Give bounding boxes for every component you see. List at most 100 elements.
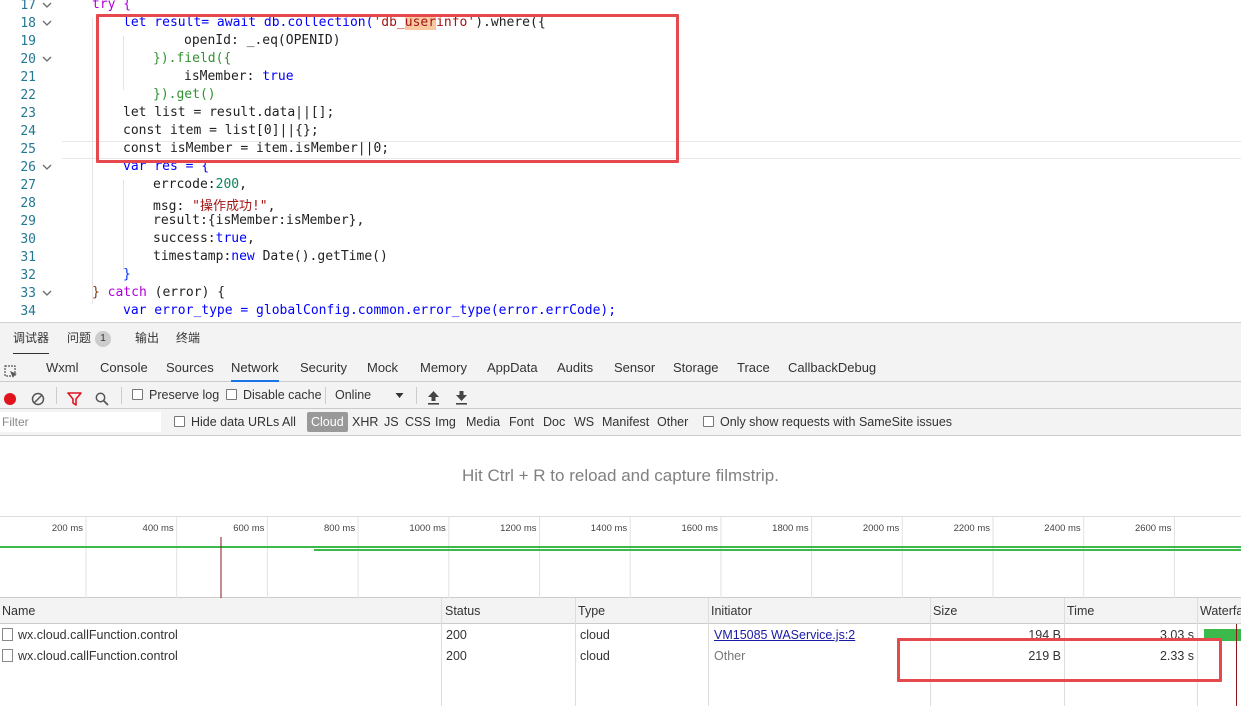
filter-type-manifest[interactable]: Manifest [602, 409, 649, 436]
throttling-select[interactable]: Online [335, 382, 404, 409]
filter-funnel-icon[interactable] [67, 389, 82, 406]
tab-problems[interactable]: 问题 1 [67, 323, 112, 355]
tab-network[interactable]: Network [231, 354, 279, 382]
highlight-box-code [96, 14, 679, 163]
column-header-status[interactable]: Status [443, 598, 576, 624]
samesite-checkbox[interactable]: Only show requests with SameSite issues [703, 409, 952, 436]
timeline-overview[interactable]: 200 ms 400 ms 600 ms 800 ms 1000 ms 1200 ms 14… [0, 516, 1241, 599]
code-line-17: try { [92, 0, 132, 12]
column-header-waterfall[interactable]: Waterfa [1198, 598, 1241, 624]
checkbox-box[interactable] [703, 416, 714, 427]
clear-icon[interactable] [31, 389, 45, 406]
filmstrip-area: Hit Ctrl + R to reload and capture films… [0, 436, 1241, 516]
waterfall-load-marker [1236, 624, 1237, 706]
code-line-27: errcode:200, [153, 177, 247, 192]
filter-type-media[interactable]: Media [466, 409, 500, 436]
tab-wxml[interactable]: Wxml [46, 354, 79, 382]
filter-type-font[interactable]: Font [509, 409, 534, 436]
filter-type-doc[interactable]: Doc [543, 409, 565, 436]
filter-type-css[interactable]: CSS [405, 409, 431, 436]
filter-type-all[interactable]: All [282, 409, 296, 436]
column-header-time[interactable]: Time [1065, 598, 1198, 624]
column-header-initiator[interactable]: Initiator [709, 598, 931, 624]
line-number: 21 [20, 70, 36, 85]
request-table: Name Status Type Initiator Size Time Wat… [0, 598, 1241, 706]
preserve-log-checkbox[interactable]: Preserve log [132, 382, 219, 409]
devtools-panel-tabs: Wxml Console Sources Network Security Mo… [0, 354, 1241, 382]
import-har-icon[interactable] [427, 388, 440, 405]
checkbox-box[interactable] [132, 389, 143, 400]
line-number-row: 17 [0, 0, 1241, 15]
checkbox-box[interactable] [174, 416, 185, 427]
line-number: 24 [20, 124, 36, 139]
line-number: 27 [20, 178, 36, 193]
timeline-tick-label: 2400 ms [1044, 523, 1081, 534]
filter-type-img[interactable]: Img [435, 409, 456, 436]
line-number: 34 [20, 304, 36, 319]
tab-trace[interactable]: Trace [737, 354, 770, 382]
filter-type-js[interactable]: JS [384, 409, 399, 436]
disable-cache-checkbox[interactable]: Disable cache [226, 382, 322, 409]
filter-input[interactable] [0, 412, 161, 432]
code-line-33: } catch (error) { [92, 285, 226, 300]
toolbar-divider [416, 387, 417, 404]
timeline-tick-label: 200 ms [52, 523, 83, 534]
fold-chevron-icon[interactable] [42, 15, 54, 27]
fold-chevron-icon[interactable] [42, 0, 54, 9]
column-header-type[interactable]: Type [576, 598, 709, 624]
tab-console[interactable]: Console [100, 354, 148, 382]
toolbar-divider [56, 387, 57, 404]
tab-memory[interactable]: Memory [420, 354, 467, 382]
request-status: 200 [446, 649, 467, 663]
filter-type-other[interactable]: Other [657, 409, 688, 436]
request-name: wx.cloud.callFunction.control [2, 625, 178, 646]
tab-security[interactable]: Security [300, 354, 347, 382]
line-number: 30 [20, 232, 36, 247]
line-number: 20 [20, 52, 36, 67]
line-number-row: 32 [0, 267, 1241, 285]
fold-chevron-icon[interactable] [42, 285, 54, 297]
tab-storage[interactable]: Storage [673, 354, 719, 382]
request-initiator-link[interactable]: VM15085 WAService.js:2 [714, 625, 855, 646]
search-icon[interactable] [95, 389, 109, 406]
tab-audits[interactable]: Audits [557, 354, 593, 382]
line-number: 26 [20, 160, 36, 175]
timeline-tick-label: 2200 ms [954, 523, 991, 534]
code-line-28: msg: "操作成功!", [153, 199, 276, 214]
code-line-32: } [123, 267, 131, 282]
line-number: 32 [20, 268, 36, 283]
tab-appdata[interactable]: AppData [487, 354, 538, 382]
timeline-tick-label: 2000 ms [863, 523, 900, 534]
fold-chevron-icon[interactable] [42, 51, 54, 63]
line-number: 18 [20, 16, 36, 31]
tab-mock[interactable]: Mock [367, 354, 398, 382]
tab-sensor[interactable]: Sensor [614, 354, 655, 382]
filter-type-xhr[interactable]: XHR [352, 409, 378, 436]
filter-type-cloud[interactable]: Cloud [307, 412, 348, 432]
toolbar-divider [325, 387, 326, 404]
column-header-size[interactable]: Size [931, 598, 1065, 624]
hide-data-urls-checkbox[interactable]: Hide data URLs [174, 409, 279, 436]
checkbox-box[interactable] [226, 389, 237, 400]
code-line-34: var error_type = globalConfig.common.err… [123, 303, 617, 318]
line-number: 29 [20, 214, 36, 229]
export-har-icon[interactable] [455, 388, 468, 405]
tab-callbackdebug[interactable]: CallbackDebug [788, 354, 876, 382]
code-line-31: timestamp:new Date().getTime() [153, 249, 388, 264]
timeline-tick-label: 1000 ms [409, 523, 446, 534]
fold-chevron-icon[interactable] [42, 159, 54, 171]
line-number: 25 [20, 142, 36, 157]
code-line-30: success:true, [153, 231, 255, 246]
timeline-tick-label: 1800 ms [772, 523, 809, 534]
record-icon[interactable] [3, 389, 17, 405]
tab-debugger[interactable]: 调试器 [13, 323, 50, 355]
tab-output[interactable]: 输出 [135, 323, 159, 355]
filter-type-ws[interactable]: WS [574, 409, 594, 436]
column-header-name[interactable]: Name [0, 598, 443, 624]
tab-terminal[interactable]: 终端 [176, 323, 200, 355]
request-type: cloud [580, 628, 610, 642]
inspect-element-icon[interactable] [4, 361, 18, 378]
tab-sources[interactable]: Sources [166, 354, 214, 382]
timeline-tick-label: 800 ms [324, 523, 355, 534]
code-editor[interactable]: 17 18 19 20 21 22 23 24 25 26 27 28 29 30 31 32 33 34 try… [0, 0, 1241, 322]
